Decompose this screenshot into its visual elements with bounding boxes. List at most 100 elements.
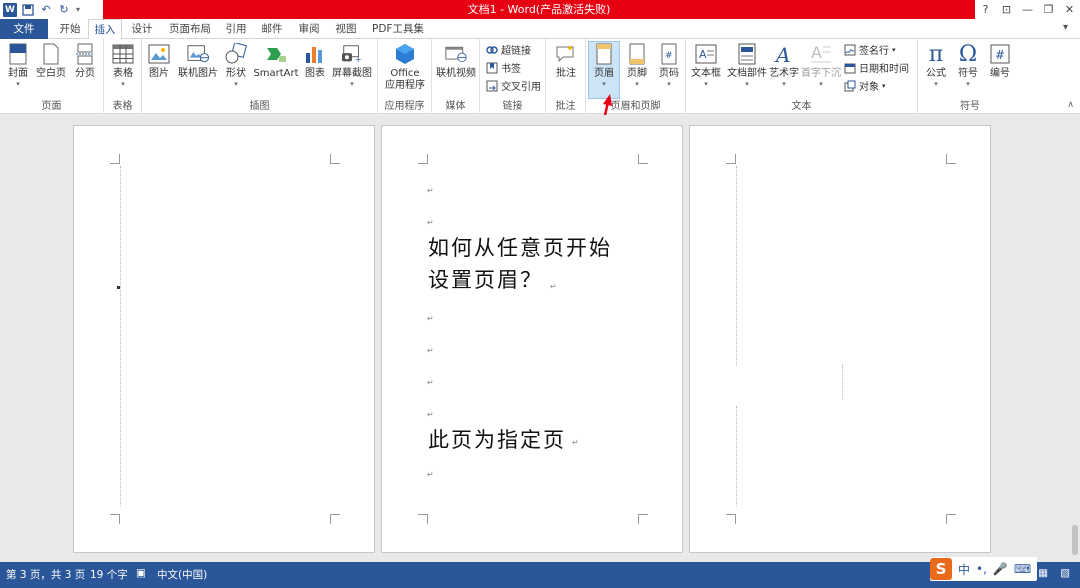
hyperlink-button[interactable]: 超链接 (486, 42, 531, 57)
smartart-button[interactable]: SmartArt (252, 42, 300, 80)
chart-button[interactable]: 图表 (302, 42, 328, 80)
svg-text:A: A (811, 43, 822, 62)
object-icon (844, 80, 856, 91)
doc-heading-line-1[interactable]: 如何从任意页开始 (428, 232, 612, 264)
screenshot-button[interactable]: + 屏幕截图 ▾ (330, 42, 374, 88)
tab-insert[interactable]: 插入 (88, 19, 122, 40)
tab-mailings[interactable]: 邮件 (256, 19, 288, 39)
table-icon (112, 42, 134, 66)
dropdown-arrow-icon: ▾ (635, 80, 639, 88)
picture-button[interactable]: 图片 (146, 42, 172, 80)
page-number-button[interactable]: # 页码 ▾ (654, 42, 684, 88)
vertical-scrollbar[interactable] (1072, 525, 1078, 555)
tab-page-layout[interactable]: 页面布局 (162, 19, 218, 39)
doc-heading-line-2[interactable]: 设置页眉？ (428, 264, 543, 296)
language-status[interactable]: 中文(中国) (157, 567, 207, 582)
margin-corner-mark (638, 154, 648, 164)
customize-qat-icon[interactable]: ▾ (75, 3, 81, 17)
group-pages: 封面 ▾ 空白页 分页 页面 (0, 39, 104, 114)
ribbon-display-options-icon[interactable]: ⊡ (996, 0, 1017, 19)
dropdown-arrow-icon: ▾ (892, 45, 896, 54)
bookmark-icon (486, 62, 498, 73)
microphone-icon[interactable]: 🎤 (993, 562, 1008, 576)
margin-corner-mark (110, 154, 120, 164)
omega-icon: Ω (958, 41, 978, 67)
symbol-button[interactable]: Ω 符号 ▾ (954, 41, 982, 89)
picture-icon (148, 42, 170, 66)
blank-page-button[interactable]: 空白页 (34, 42, 68, 80)
cover-page-button[interactable]: 封面 ▾ (4, 42, 32, 88)
close-icon[interactable]: ✕ (1059, 0, 1080, 19)
object-button[interactable]: 对象 ▾ (844, 78, 886, 93)
undo-icon[interactable]: ↶ (39, 3, 53, 17)
tab-references[interactable]: 引用 (220, 19, 252, 39)
number-button[interactable]: # 编号 (986, 42, 1014, 80)
page-3[interactable] (689, 125, 991, 553)
dropdown-arrow-icon: ▾ (121, 80, 125, 88)
help-icon[interactable]: ? (975, 0, 996, 19)
tab-home[interactable]: 开始 (52, 19, 88, 39)
tab-view[interactable]: 视图 (330, 19, 362, 39)
date-time-button[interactable]: 日期和时间 (844, 60, 909, 75)
word-count-status[interactable]: 19 个字 (90, 567, 128, 582)
margin-corner-mark (110, 514, 120, 524)
tab-review[interactable]: 审阅 (292, 19, 326, 39)
document-canvas[interactable]: ↵ ↵ 如何从任意页开始 设置页眉？ ↵ ↵ ↵ ↵ ↵ 此页为指定页 ↵ ↵ (0, 115, 1080, 562)
table-button[interactable]: 表格 ▾ (108, 42, 138, 88)
account-menu-arrow[interactable]: ▾ (1063, 22, 1068, 33)
minimize-icon[interactable]: — (1017, 0, 1038, 19)
wordart-button[interactable]: A 艺术字 ▾ (768, 42, 800, 88)
chart-icon (304, 42, 326, 66)
text-box-button[interactable]: A 文本框 ▾ (688, 42, 724, 88)
redo-icon[interactable]: ↻ (57, 3, 71, 17)
doc-body-text[interactable]: 此页为指定页 (428, 424, 566, 456)
word-app-icon[interactable]: W (3, 2, 17, 17)
online-video-button[interactable]: 联机视频 (434, 42, 478, 80)
footer-icon (626, 42, 648, 66)
maximize-icon[interactable]: ❐ (1038, 0, 1059, 19)
svg-text:A: A (699, 48, 707, 61)
print-layout-icon[interactable]: ▦ (1038, 567, 1048, 579)
drop-cap-button[interactable]: A 首字下沉 ▾ (800, 42, 842, 88)
ime-mode-label[interactable]: 中 (958, 561, 970, 578)
comment-button[interactable]: 批注 (550, 42, 582, 80)
footer-button[interactable]: 页脚 ▾ (622, 42, 652, 88)
cursor-mark (117, 286, 120, 289)
tab-file[interactable]: 文件 (0, 19, 48, 39)
collapse-ribbon-icon[interactable]: ∧ (1067, 100, 1074, 110)
header-button[interactable]: 页眉 ▾ (588, 41, 620, 99)
dropdown-arrow-icon: ▾ (934, 80, 938, 88)
sogou-logo-icon[interactable]: S (930, 558, 952, 580)
header-icon (593, 42, 615, 66)
ime-punctuation-icon[interactable]: •, (976, 562, 987, 576)
page-count-status[interactable]: 第 3 页，共 3 页 (6, 567, 85, 582)
bookmark-button[interactable]: 书签 (486, 60, 521, 75)
margin-corner-mark (726, 154, 736, 164)
equation-button[interactable]: π 公式 ▾ (922, 42, 950, 89)
keyboard-icon[interactable]: ⌨ (1014, 562, 1031, 576)
group-text: A 文本框 ▾ 文档部件 ▾ A 艺术字 ▾ A 首字下沉 ▾ 签名行 ▾ 日期和时间 对… (686, 39, 918, 114)
page-break-button[interactable]: 分页 (70, 42, 100, 80)
web-layout-icon[interactable]: ▧ (1060, 567, 1070, 579)
group-tables: 表格 ▾ 表格 (104, 39, 142, 114)
page-number-icon: # (658, 42, 680, 66)
group-media: 联机视频 媒体 (432, 39, 480, 114)
tab-pdf-tools[interactable]: PDF工具集 (366, 19, 430, 39)
margin-corner-mark (726, 514, 736, 524)
proofing-icon[interactable]: ▣ (136, 567, 146, 579)
quick-parts-button[interactable]: 文档部件 ▾ (726, 42, 768, 88)
save-icon[interactable] (21, 3, 35, 17)
signature-line-button[interactable]: 签名行 ▾ (844, 42, 896, 57)
shapes-button[interactable]: 形状 ▾ (222, 42, 250, 88)
cross-reference-button[interactable]: 交叉引用 (486, 78, 541, 93)
page-1[interactable] (73, 125, 375, 553)
window-controls: ? ⊡ — ❐ ✕ (975, 0, 1080, 19)
tab-design[interactable]: 设计 (124, 19, 160, 39)
office-apps-button[interactable]: Office 应用程序 (380, 42, 430, 92)
text-boundary-line (842, 364, 843, 400)
smartart-icon (265, 42, 287, 66)
page-2[interactable]: ↵ ↵ 如何从任意页开始 设置页眉？ ↵ ↵ ↵ ↵ ↵ 此页为指定页 ↵ ↵ (381, 125, 683, 553)
online-picture-button[interactable]: 联机图片 (176, 42, 220, 80)
text-boundary-line (736, 406, 737, 506)
ime-toolbar[interactable]: S 中 •, 🎤 ⌨ (930, 557, 1038, 581)
